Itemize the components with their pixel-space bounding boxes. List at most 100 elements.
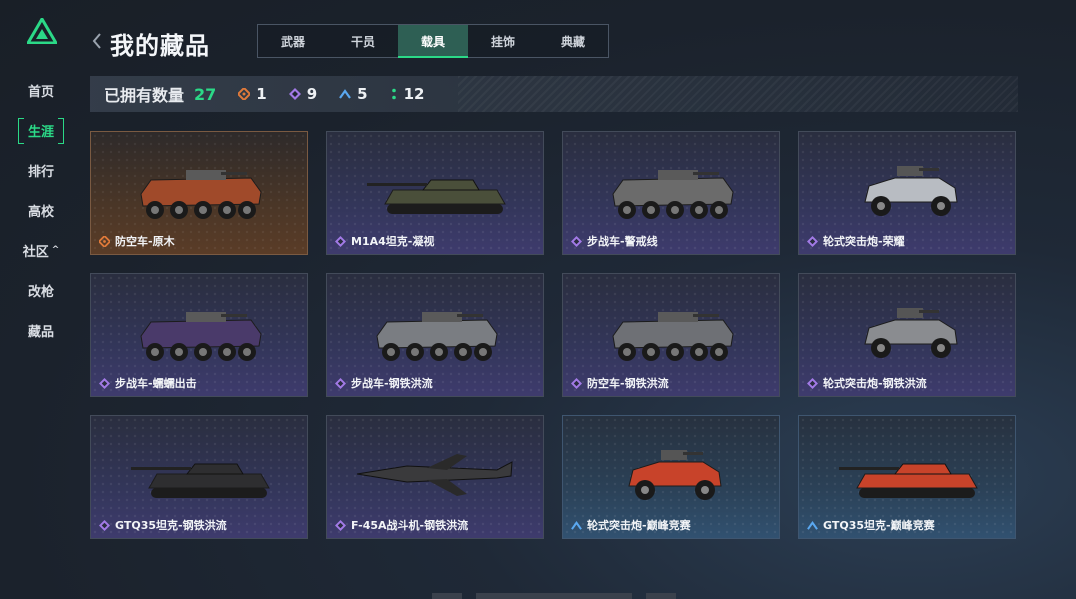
vehicle-card-label: 步战车-警戒线 <box>571 233 658 249</box>
rarity-count-orange: 1 <box>238 85 267 103</box>
vehicle-name: GTQ35坦克-巅峰竞赛 <box>823 519 935 532</box>
vehicle-name: 轮式突击炮-钢铁洪流 <box>823 377 927 390</box>
vehicle-card-label: GTQ35坦克-钢铁洪流 <box>99 517 227 533</box>
tab-vehicles[interactable]: 载具 <box>398 25 468 58</box>
chevron-up-icon: ^ <box>51 245 60 255</box>
diamond-purple-icon <box>99 519 110 531</box>
rarity-count-value: 1 <box>256 85 267 103</box>
vehicle-name: 防空车-原木 <box>115 235 175 248</box>
dots-green-icon <box>391 88 396 100</box>
vehicle-image <box>628 450 722 500</box>
vehicle-card-label: GTQ35坦克-巅峰竞赛 <box>807 517 935 533</box>
vehicle-image <box>864 166 958 216</box>
vehicle-name: 步战车-钢铁洪流 <box>351 377 433 390</box>
next-page-button[interactable] <box>646 593 676 599</box>
tab-weapons[interactable]: 武器 <box>258 25 328 57</box>
vehicle-card[interactable]: 轮式突击炮-巅峰竞赛 <box>562 415 780 539</box>
page-indicator <box>476 593 632 599</box>
vehicle-card[interactable]: GTQ35坦克-巅峰竞赛 <box>798 415 1016 539</box>
sidebar-item-label: 高校 <box>27 204 54 220</box>
rarity-count-value: 12 <box>403 85 425 103</box>
vehicle-image <box>367 179 506 214</box>
vehicle-name: GTQ35坦克-钢铁洪流 <box>115 519 227 532</box>
diamond-orange-icon <box>99 235 110 247</box>
owned-count-total: 27 <box>194 84 217 104</box>
sidebar-item-community[interactable]: 社区 ^ <box>18 238 64 262</box>
back-arrow-icon[interactable] <box>90 30 104 52</box>
sidebar-item-label: 排行 <box>27 164 54 180</box>
vehicle-card[interactable]: 防空车-原木 <box>90 131 308 255</box>
sidebar-item-label: 藏品 <box>27 324 54 340</box>
vehicle-card[interactable]: 步战车-警戒线 <box>562 131 780 255</box>
vehicle-card[interactable]: 轮式突击炮-荣耀 <box>798 131 1016 255</box>
vehicle-image <box>612 312 734 361</box>
tab-operators[interactable]: 干员 <box>328 25 398 57</box>
vehicle-card-label: 轮式突击炮-钢铁洪流 <box>807 375 927 391</box>
sidebar-item-collection[interactable]: 藏品 <box>18 318 64 342</box>
logo-icon[interactable] <box>27 18 57 44</box>
diamond-purple-icon <box>335 377 346 389</box>
category-tabs: 武器 干员 载具 挂饰 典藏 <box>257 24 609 58</box>
vehicle-name: 轮式突击炮-荣耀 <box>823 235 905 248</box>
diamond-purple-icon <box>335 519 346 531</box>
diamond-purple-icon <box>335 235 346 247</box>
sidebar-item-label: 生涯 <box>27 124 54 140</box>
vehicle-card[interactable]: 步战车-钢铁洪流 <box>326 273 544 397</box>
tab-pendants[interactable]: 挂饰 <box>468 25 538 57</box>
vehicle-card[interactable]: 防空车-钢铁洪流 <box>562 273 780 397</box>
rarity-count-purple: 9 <box>288 85 318 103</box>
vehicle-card[interactable]: 轮式突击炮-钢铁洪流 <box>798 273 1016 397</box>
vehicle-card-label: 步战车-钢铁洪流 <box>335 375 433 391</box>
vehicle-card-label: F-45A战斗机-钢铁洪流 <box>335 517 468 533</box>
vehicle-card-label: 防空车-原木 <box>99 233 175 249</box>
vehicle-image <box>612 170 734 219</box>
vehicle-image <box>140 312 262 361</box>
sidebar-item-label: 改枪 <box>27 284 54 300</box>
vehicle-card-label: 轮式突击炮-巅峰竞赛 <box>571 517 691 533</box>
prev-page-button[interactable] <box>432 593 462 599</box>
owned-count-label: 已拥有数量 <box>104 86 185 105</box>
owned-stats-bar: 已拥有数量 27 1 9 5 12 <box>90 76 1018 112</box>
vehicle-name: 轮式突击炮-巅峰竞赛 <box>587 519 691 532</box>
vehicle-image <box>356 454 513 496</box>
vehicle-card-label: 轮式突击炮-荣耀 <box>807 233 905 249</box>
sidebar-item-label: 社区 <box>22 244 49 260</box>
vehicle-card[interactable]: M1A4坦克-凝视 <box>326 131 544 255</box>
rarity-count-blue: 5 <box>339 85 368 103</box>
tab-classics[interactable]: 典藏 <box>538 25 608 57</box>
vehicle-card[interactable]: F-45A战斗机-钢铁洪流 <box>326 415 544 539</box>
decorative-stripes <box>458 76 1018 112</box>
sidebar-item-home[interactable]: 首页 <box>18 78 64 102</box>
vehicle-image <box>140 170 262 219</box>
vehicle-card-label: 防空车-钢铁洪流 <box>571 375 669 391</box>
vehicle-name: 防空车-钢铁洪流 <box>587 377 669 390</box>
chevron-blue-icon <box>807 520 818 530</box>
vehicle-card[interactable]: 步战车-蠕蠕出击 <box>90 273 308 397</box>
vehicle-name: F-45A战斗机-钢铁洪流 <box>351 519 469 532</box>
diamond-purple-icon <box>807 377 818 389</box>
rarity-count-value: 9 <box>306 85 318 103</box>
chevron-blue-icon <box>339 89 352 99</box>
vehicle-name: 步战车-警戒线 <box>587 235 658 248</box>
vehicle-image <box>864 308 958 358</box>
vehicle-card-label: 步战车-蠕蠕出击 <box>99 375 197 391</box>
diamond-purple-icon <box>571 235 582 247</box>
sidebar-item-gun-mod[interactable]: 改枪 <box>18 278 64 302</box>
sidebar-item-label: 首页 <box>27 84 54 100</box>
rarity-count-green: 12 <box>390 85 425 103</box>
sidebar-item-career[interactable]: 生涯 <box>18 118 64 144</box>
sidebar-item-ranking[interactable]: 排行 <box>18 158 64 182</box>
vehicle-card[interactable]: GTQ35坦克-钢铁洪流 <box>90 415 308 539</box>
vehicle-image <box>376 312 498 361</box>
vehicle-image <box>839 463 978 498</box>
chevron-blue-icon <box>571 520 582 530</box>
sidebar: 首页 生涯 排行 高校 社区 ^ 改枪 藏品 <box>0 0 82 599</box>
rarity-count-value: 5 <box>357 85 368 103</box>
diamond-orange-icon <box>238 88 251 100</box>
sidebar-item-college[interactable]: 高校 <box>18 198 64 222</box>
page-title: 我的藏品 <box>110 32 210 60</box>
diamond-purple-icon <box>99 377 110 389</box>
vehicle-name: M1A4坦克-凝视 <box>351 235 435 248</box>
vehicle-image <box>131 463 270 498</box>
diamond-purple-icon <box>807 235 818 247</box>
